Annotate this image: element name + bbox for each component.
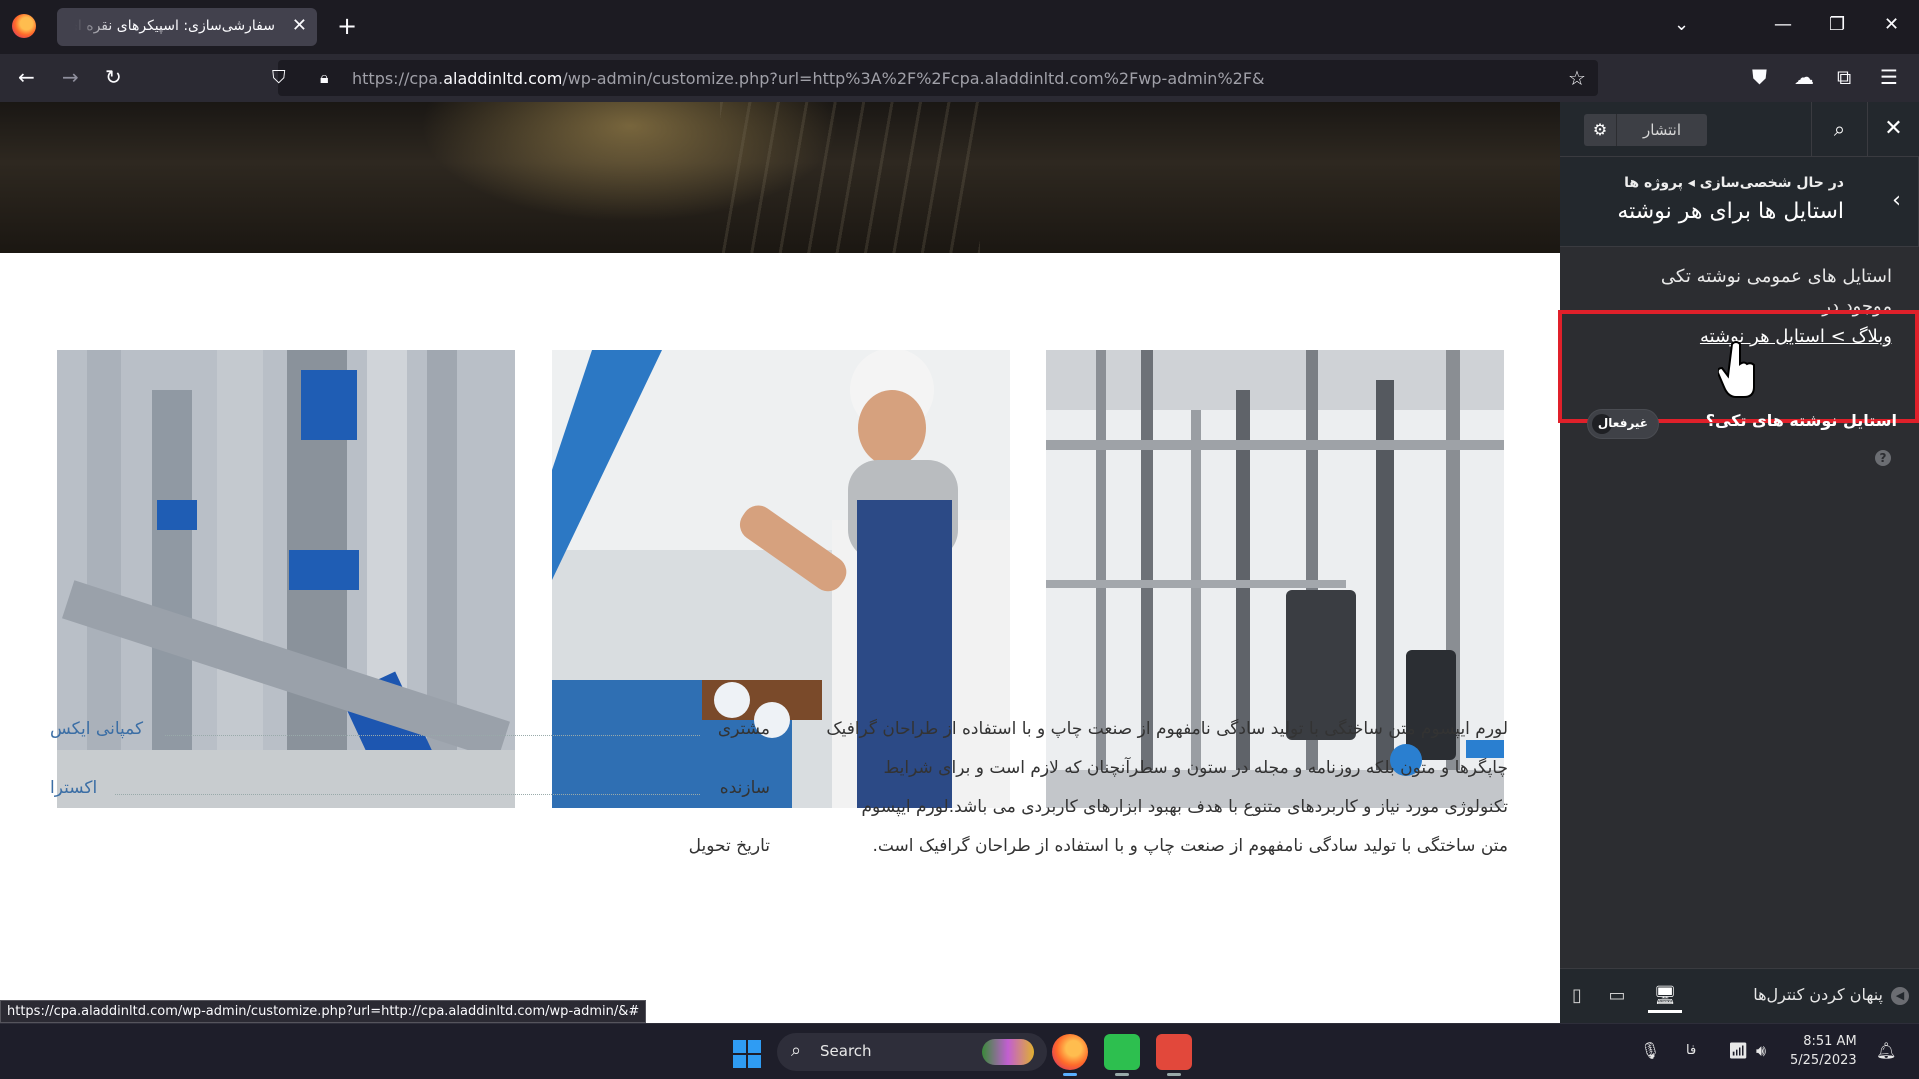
notification-icon[interactable]: 🔔︎ [1876,1041,1896,1060]
url-text: https://cpa.aladdinltd.com/wp-admin/cust… [352,69,1265,88]
shield-icon[interactable]: ⛉ [272,67,286,88]
hide-controls-icon: ◀ [1891,986,1909,1005]
toggle-state-label: غیرفعال [1597,416,1648,430]
customizer-header: ✕ ⌕ انتشار ⚙ [1560,102,1919,156]
reload-icon[interactable]: ↻ [105,65,122,89]
meta-label-builder: سازنده [719,778,770,798]
bookmark-star-icon[interactable]: ☆ [1568,66,1586,90]
customizer-footer: ◀پنهان کردن کنترل‌ها 🖥︎ ▭ ▯ [1560,968,1919,1023]
camtasia-green-icon[interactable] [1104,1034,1140,1070]
new-tab-button[interactable]: + [337,12,357,40]
meta-divider [115,794,700,795]
pocket-icon[interactable]: ⛊ [1752,65,1767,89]
site-preview: لورم ایپسوم متن ساختگی با تولید سادگی نا… [0,102,1560,1023]
chevron-back-icon[interactable]: › [1875,157,1919,247]
camtasia-red-icon[interactable] [1156,1034,1192,1070]
project-description-line: متن ساختگی با تولید سادگی نامفهوم از صنع… [872,836,1508,856]
browser-nav-bar: ← → ↻ ⛉ 🔒︎ https://cpa.aladdinltd.com/wp… [0,54,1919,102]
windows-taskbar: ⌕ Search 🎙︎ فا 📶︎ 🔊︎ 8:51 AM 5/25/2023 🔔… [0,1023,1919,1079]
help-icon[interactable]: ? [1875,450,1891,466]
browser-tab-active[interactable]: سفارشی‌سازی: اسپیکرهای نقره ای ویژه ✕ [57,8,317,46]
search-icon[interactable]: ⌕ [1811,102,1867,156]
gear-icon[interactable]: ⚙ [1584,114,1617,146]
clock[interactable]: 8:51 AM 5/25/2023 [1790,1032,1857,1070]
minimize-icon[interactable]: — [1774,14,1792,35]
tab-close-icon[interactable]: ✕ [292,15,307,36]
firefox-taskbar-icon[interactable] [1052,1034,1088,1070]
project-image-worker[interactable] [552,350,1010,808]
hand-cursor-icon [1718,341,1755,398]
breadcrumb: در حال شخصی‌سازی ◂ پروژه ها [1624,175,1844,191]
tab-list-chevron-icon[interactable]: ⌄ [1674,14,1689,35]
search-highlight-icon [982,1039,1034,1065]
single-post-style-toggle[interactable]: غیرفعال [1587,409,1659,439]
address-bar[interactable]: ⛉ 🔒︎ https://cpa.aladdinltd.com/wp-admin… [272,60,1598,96]
project-description-line: لورم ایپسوم متن ساختگی با تولید سادگی نا… [826,719,1508,739]
customizer-sidebar: ✕ ⌕ انتشار ⚙ › در حال شخصی‌سازی ◂ پروژه … [1558,102,1919,1023]
status-bar-url: https://cpa.aladdinltd.com/wp-admin/cust… [0,1000,647,1023]
section-header: › در حال شخصی‌سازی ◂ پروژه ها استایل ها … [1560,156,1919,247]
project-description-line: چاپگرها و متون بلکه روزنامه و مجله در ست… [883,758,1508,778]
taskbar-search[interactable]: ⌕ Search [777,1033,1047,1071]
meta-divider [165,735,700,736]
firefox-logo-icon [12,14,36,38]
lock-icon[interactable]: 🔒︎ [320,68,329,88]
restore-icon[interactable]: ❐ [1829,14,1845,35]
device-desktop-icon[interactable]: 🖥︎ [1648,979,1682,1013]
wifi-icon[interactable]: 📶︎ [1728,1041,1748,1060]
section-title: استایل ها برای هر نوشته [1617,199,1844,224]
single-post-style-label: استایل نوشته های تکی؟ [1705,411,1897,430]
hide-controls-button[interactable]: ◀پنهان کردن کنترل‌ها [1753,985,1909,1005]
window-close-icon[interactable]: ✕ [1884,14,1899,35]
language-indicator[interactable]: فا [1686,1043,1696,1058]
forward-arrow-icon[interactable]: → [62,65,79,89]
back-arrow-icon[interactable]: ← [18,65,35,89]
device-mobile-icon[interactable]: ▯ [1560,979,1594,1013]
extensions-icon[interactable]: ⧉ [1837,65,1851,89]
project-image-pipes[interactable] [57,350,515,808]
close-icon[interactable]: ✕ [1867,102,1919,156]
meta-value-builder[interactable]: اکسترا [50,778,97,798]
device-tablet-icon[interactable]: ▭ [1600,979,1634,1013]
hero-image [0,102,1560,253]
tab-title: سفارشی‌سازی: اسپیکرهای نقره ای ویژه [75,18,275,34]
microphone-icon[interactable]: 🎙︎ [1640,1041,1660,1060]
browser-tab-bar: سفارشی‌سازی: اسپیکرهای نقره ای ویژه ✕ + … [0,0,1919,54]
volume-icon[interactable]: 🔊︎ [1756,1041,1766,1061]
publish-button[interactable]: انتشار [1617,114,1707,146]
search-icon: ⌕ [791,1040,802,1061]
project-image-plant[interactable] [1046,350,1504,808]
project-description-line: تکنولوژی مورد نیاز و کاربردهای متنوع با … [861,797,1508,817]
windows-start-icon[interactable] [733,1040,761,1068]
menu-hamburger-icon[interactable]: ☰ [1880,65,1898,89]
sync-account-icon[interactable]: ☁ [1794,65,1814,89]
meta-value-client[interactable]: کمپانی ایکس [50,719,143,739]
meta-label-delivery: تاریخ تحویل [688,836,770,856]
meta-label-client: مشتری [717,719,770,739]
